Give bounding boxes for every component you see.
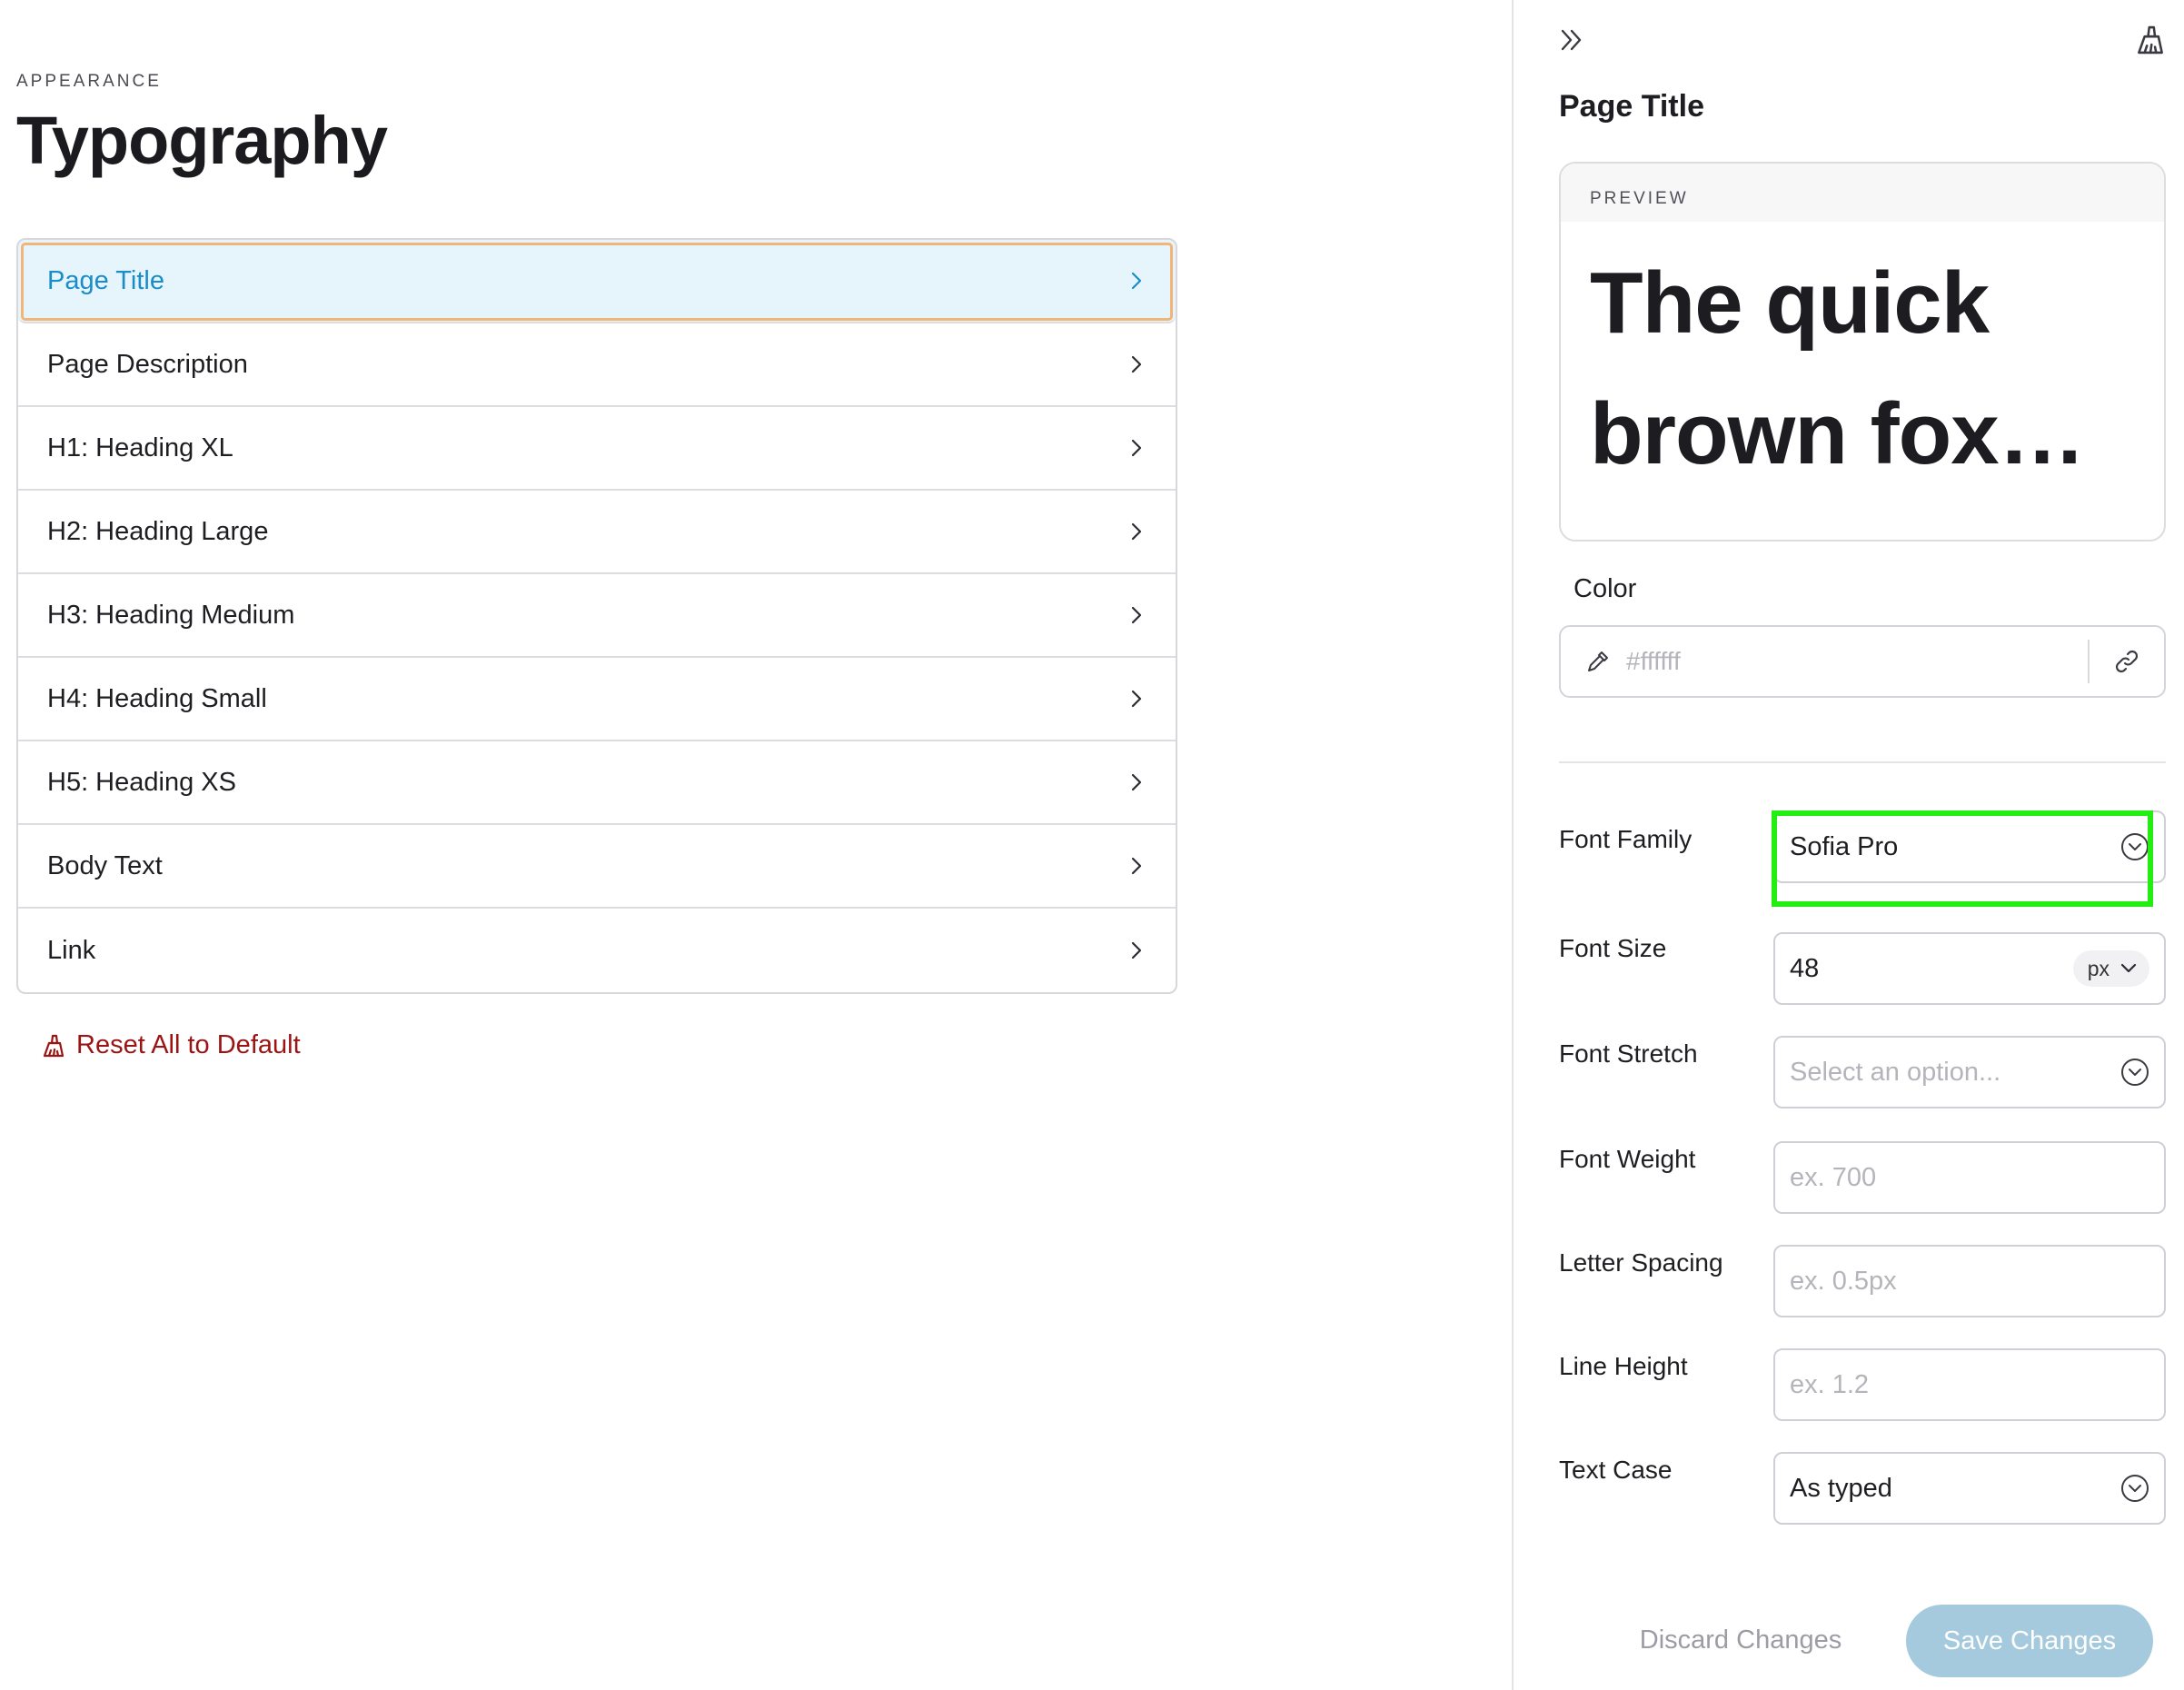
reset-all-button[interactable]: Reset All to Default	[40, 1030, 301, 1060]
font-size-label: Font Size	[1559, 934, 1667, 962]
text-case-select[interactable]: As typed	[1773, 1452, 2166, 1525]
type-item-label: H2: Heading Large	[47, 516, 269, 546]
font-weight-row: Font Weight ex. 700	[1559, 1141, 2166, 1214]
font-stretch-label: Font Stretch	[1559, 1039, 1698, 1068]
preview-card: PREVIEW The quick brown fox…	[1559, 162, 2166, 542]
typography-settings: APPEARANCE Typography Page Title Page De…	[0, 0, 1512, 1690]
chevron-right-icon	[1127, 522, 1147, 542]
chevron-down-circle-icon	[2120, 1058, 2149, 1087]
preview-text: The quick brown fox…	[1590, 254, 2086, 482]
type-item-label: H1: Heading XL	[47, 432, 233, 462]
reset-all-label: Reset All to Default	[76, 1030, 301, 1059]
brush-icon	[2133, 22, 2168, 58]
type-item-label: Link	[47, 935, 96, 965]
reset-style-button[interactable]	[2133, 22, 2168, 58]
letter-spacing-row: Letter Spacing ex. 0.5px	[1559, 1245, 2166, 1317]
unit-value: px	[2087, 956, 2110, 980]
style-editor-panel: Page Title PREVIEW The quick brown fox… …	[1514, 0, 2184, 1690]
font-stretch-select[interactable]: Select an option...	[1773, 1036, 2166, 1108]
letter-spacing-label: Letter Spacing	[1559, 1248, 1723, 1277]
chevron-right-icon	[1127, 689, 1147, 709]
text-case-value: As typed	[1790, 1473, 1892, 1503]
chevron-down-circle-icon	[2120, 832, 2149, 861]
chevron-right-icon	[1127, 605, 1147, 625]
font-family-select[interactable]: Sofia Pro	[1773, 810, 2166, 883]
section-divider	[1559, 761, 2166, 763]
brush-icon	[40, 1032, 67, 1059]
chevron-right-icon	[1127, 772, 1147, 792]
font-size-row: Font Size 48 px	[1559, 932, 2166, 1005]
line-height-input[interactable]: ex. 1.2	[1773, 1348, 2166, 1421]
chevron-right-icon	[1127, 354, 1147, 374]
type-item-h2[interactable]: H2: Heading Large	[18, 491, 1176, 574]
collapse-panel-button[interactable]	[1557, 25, 1586, 55]
text-case-row: Text Case As typed	[1559, 1452, 2166, 1525]
font-stretch-row: Font Stretch Select an option...	[1559, 1036, 2166, 1108]
font-stretch-placeholder: Select an option...	[1790, 1057, 2001, 1087]
save-changes-button[interactable]: Save Changes	[1906, 1605, 2153, 1677]
type-item-h1[interactable]: H1: Heading XL	[18, 407, 1176, 491]
type-item-label: Body Text	[47, 850, 163, 880]
type-item-h5[interactable]: H5: Heading XS	[18, 741, 1176, 825]
type-item-page-title[interactable]: Page Title	[18, 240, 1176, 323]
panel-title: Page Title	[1559, 89, 1704, 124]
font-size-unit-select[interactable]: px	[2072, 950, 2149, 987]
chevron-right-icon	[1127, 940, 1147, 960]
preview-label: PREVIEW	[1561, 164, 2164, 222]
font-weight-placeholder: ex. 700	[1790, 1162, 1877, 1192]
chevron-down-circle-icon	[2120, 1474, 2149, 1503]
page-title: Typography	[16, 103, 388, 178]
type-item-h4[interactable]: H4: Heading Small	[18, 658, 1176, 741]
font-family-value: Sofia Pro	[1790, 831, 1899, 861]
double-chevron-right-icon	[1557, 25, 1586, 55]
font-weight-label: Font Weight	[1559, 1145, 1696, 1173]
color-field	[1559, 625, 2166, 698]
letter-spacing-placeholder: ex. 0.5px	[1790, 1266, 1897, 1296]
type-item-link[interactable]: Link	[18, 909, 1176, 992]
type-item-label: H3: Heading Medium	[47, 600, 295, 630]
type-item-h3[interactable]: H3: Heading Medium	[18, 574, 1176, 658]
font-family-row: Font Family Sofia Pro	[1559, 803, 2166, 883]
line-height-label: Line Height	[1559, 1352, 1688, 1380]
type-item-label: Page Title	[47, 265, 164, 295]
font-family-label: Font Family	[1559, 825, 1693, 853]
type-item-label: Page Description	[47, 349, 248, 379]
letter-spacing-input[interactable]: ex. 0.5px	[1773, 1245, 2166, 1317]
line-height-placeholder: ex. 1.2	[1790, 1369, 1870, 1399]
font-size-value: 48	[1790, 953, 1820, 983]
link-icon[interactable]	[2090, 647, 2164, 676]
color-label: Color	[1573, 574, 1637, 603]
type-item-body-text[interactable]: Body Text	[18, 825, 1176, 909]
type-item-page-description[interactable]: Page Description	[18, 323, 1176, 407]
discard-changes-button[interactable]: Discard Changes	[1632, 1615, 1850, 1665]
chevron-right-icon	[1127, 271, 1147, 291]
font-size-input[interactable]: 48 px	[1773, 932, 2166, 1005]
chevron-down-icon	[2119, 959, 2139, 979]
chevron-right-icon	[1127, 856, 1147, 876]
type-item-label: H5: Heading XS	[47, 767, 236, 797]
font-weight-input[interactable]: ex. 700	[1773, 1141, 2166, 1214]
eyedropper-icon[interactable]	[1584, 648, 1612, 675]
text-case-label: Text Case	[1559, 1456, 1673, 1484]
section-eyebrow: APPEARANCE	[16, 72, 162, 91]
typography-style-list: Page Title Page Description H1: Heading …	[16, 238, 1177, 994]
color-input[interactable]	[1624, 646, 2088, 677]
type-item-label: H4: Heading Small	[47, 683, 267, 713]
line-height-row: Line Height ex. 1.2	[1559, 1348, 2166, 1421]
chevron-right-icon	[1127, 438, 1147, 458]
